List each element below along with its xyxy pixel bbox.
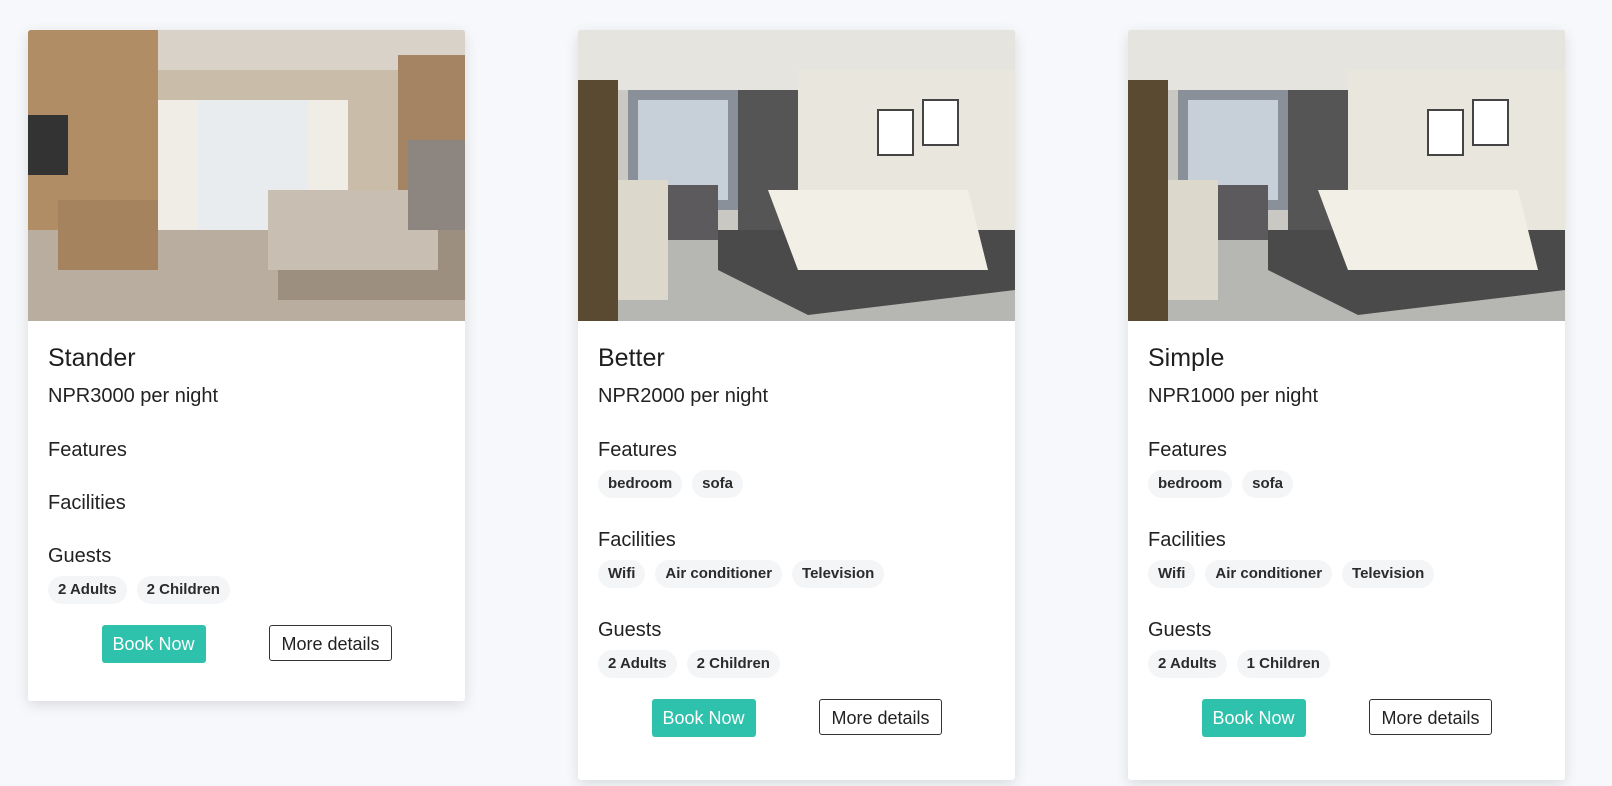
- room-price: NPR3000 per night: [48, 385, 219, 407]
- guest-tags: 2 Adults 2 Children: [598, 650, 995, 680]
- features-heading: Features: [48, 439, 127, 461]
- guests-heading: Guests: [48, 545, 112, 567]
- guest-tag: 2 Adults: [1148, 650, 1227, 678]
- guest-tags: 2 Adults 1 Children: [1148, 650, 1545, 680]
- room-photo: [28, 30, 465, 321]
- room-price: NPR2000 per night: [598, 385, 769, 407]
- room-price: NPR1000 per night: [1148, 385, 1319, 407]
- more-details-button[interactable]: More details: [819, 699, 942, 735]
- room-name: Stander: [48, 344, 136, 372]
- facility-tag: Television: [792, 560, 885, 588]
- features-heading: Features: [1148, 439, 1227, 461]
- feature-tag: sofa: [1242, 470, 1294, 498]
- room-photo: [1128, 30, 1565, 321]
- room-photo: [578, 30, 1015, 321]
- feature-tag: bedroom: [598, 470, 683, 498]
- room-card-better: Better NPR2000 per night Features bedroo…: [578, 30, 1015, 780]
- room-card-stander: Stander NPR3000 per night Features Facil…: [28, 30, 465, 701]
- guest-tag: 2 Children: [686, 650, 780, 678]
- features-heading: Features: [598, 439, 677, 461]
- guest-tags: 2 Adults 2 Children: [48, 576, 445, 606]
- facilities-heading: Facilities: [1148, 529, 1226, 551]
- guest-tag: 1 Children: [1236, 650, 1330, 678]
- facility-tags: Wifi Air conditioner Television: [598, 560, 995, 590]
- facility-tag: Air conditioner: [655, 560, 783, 588]
- facilities-heading: Facilities: [598, 529, 676, 551]
- guests-heading: Guests: [1148, 619, 1212, 641]
- facility-tag: Air conditioner: [1205, 560, 1333, 588]
- feature-tag: bedroom: [1148, 470, 1233, 498]
- feature-tags: bedroom sofa: [598, 470, 995, 500]
- facility-tag: Television: [1342, 560, 1435, 588]
- facility-tag: Wifi: [598, 560, 646, 588]
- facility-tags: Wifi Air conditioner Television: [1148, 560, 1545, 590]
- guest-tag: 2 Adults: [48, 576, 127, 604]
- room-name: Better: [598, 344, 665, 372]
- card-actions: Book Now More details: [651, 699, 942, 737]
- book-now-button[interactable]: Book Now: [651, 699, 756, 737]
- card-actions: Book Now More details: [101, 625, 392, 663]
- more-details-button[interactable]: More details: [269, 625, 392, 661]
- feature-tag: sofa: [692, 470, 744, 498]
- book-now-button[interactable]: Book Now: [101, 625, 206, 663]
- book-now-button[interactable]: Book Now: [1201, 699, 1306, 737]
- facilities-heading: Facilities: [48, 492, 126, 514]
- card-actions: Book Now More details: [1201, 699, 1492, 737]
- guest-tag: 2 Adults: [598, 650, 677, 678]
- guest-tag: 2 Children: [136, 576, 230, 604]
- facility-tag: Wifi: [1148, 560, 1196, 588]
- room-name: Simple: [1148, 344, 1225, 372]
- room-card-simple: Simple NPR1000 per night Features bedroo…: [1128, 30, 1565, 780]
- more-details-button[interactable]: More details: [1369, 699, 1492, 735]
- guests-heading: Guests: [598, 619, 662, 641]
- feature-tags: bedroom sofa: [1148, 470, 1545, 500]
